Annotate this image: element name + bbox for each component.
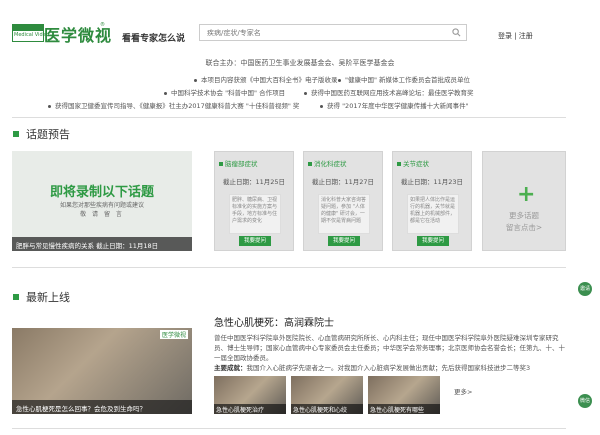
upcoming-topic-banner[interactable]: 即将录制以下话题 如果您对那些疾病有问题或建议 敬 请 留 言 肥胖与常见慢性疾… (12, 151, 192, 251)
topic-deadline: 截止日期：11月25日 (222, 178, 286, 186)
leave-message-link[interactable]: 留言点击> (483, 222, 565, 233)
site-slogan: 看看专家怎么说 (122, 34, 186, 44)
logo-badge: Medical Video (12, 24, 49, 42)
topic-card[interactable]: 消化科症状 截止日期：11月27日 消化科普大家咨询答疑问题，参加 "人体的健康… (303, 151, 383, 251)
search-input[interactable]: 疾病/症状/专家名 (207, 28, 261, 38)
thumb-caption: 急性心肌梗死和心绞 (291, 404, 363, 414)
section-title-latest: 最新上线 (26, 291, 70, 304)
topic-description: 如果把人体比作是运行的机器，关节就是机器上的机械部件，都是它在活动 (407, 194, 459, 234)
topic-card[interactable]: 关节症状 截止日期：11月23日 如果把人体比作是运行的机器，关节就是机器上的机… (392, 151, 472, 251)
related-video-thumb[interactable]: 急性心肌梗死和心绞 (291, 376, 363, 414)
banner-cta-text: 敬 请 留 言 (80, 211, 124, 218)
section-marker (13, 131, 19, 137)
banner-caption: 肥胖与常见慢性疾病的关系 截止日期：11月18日 (12, 237, 192, 251)
ask-question-button[interactable]: 我要提问 (417, 236, 449, 246)
topic-description: 消化科普大家咨询答疑问题，参加 "人体的健康" 研讨会，一期不仅是胃病问题 (318, 194, 370, 234)
thumb-caption: 急性心肌梗死治疗 (214, 404, 286, 414)
video-watermark: 医学微视 (159, 330, 188, 339)
search-icon[interactable] (452, 28, 461, 37)
section-marker (13, 294, 19, 300)
related-video-thumb[interactable]: 急性心肌梗死治疗 (214, 376, 286, 414)
more-topics-card[interactable]: + 更多话题 留言点击> (482, 151, 566, 251)
news-item[interactable]: 中国科学技术协会 "科普中国" 合作项目 (160, 87, 285, 97)
search-box[interactable]: 疾病/症状/专家名 (199, 24, 467, 41)
news-item[interactable]: 获得中国医药互联网应用技术高峰论坛：最佳医学教育奖 (300, 87, 474, 97)
banner-subtext: 如果您对那些疾病有问题或建议 (59, 202, 144, 209)
divider (12, 428, 566, 429)
login-register-link[interactable]: 登录 | 注册 (498, 31, 533, 41)
topic-card[interactable]: 脑瘤部症状 截止日期：11月25日 肥胖、糖尿病、卫视标准化的实施方案与手段，地… (214, 151, 294, 251)
topic-category: 关节症状 (397, 158, 429, 168)
topic-description: 肥胖、糖尿病、卫视标准化的实施方案与手段，地方标准与住户需求的变化 (229, 194, 281, 234)
section-title-preview: 话题预告 (26, 128, 70, 141)
news-item[interactable]: 获得 "2017年度中华医学健康传播十大新闻事件" (316, 100, 469, 110)
article-body: 曾任中国医学科学院阜外医院院长、心血管病研究所所长、心内科主任；现任中国医学科学… (214, 334, 565, 372)
invite-float-button[interactable]: 邀请 (578, 282, 592, 296)
wechat-float-button[interactable]: 微信 (578, 394, 592, 408)
co-sponsor-line: 联合主办：中国医药卫生事业发展基金会、吴阶平医学基金会 (205, 59, 395, 67)
featured-video[interactable]: 医学微视 急性心肌梗死是怎么回事？会危及到生命吗？ (12, 328, 192, 414)
video-caption: 急性心肌梗死是怎么回事？会危及到生命吗？ (12, 400, 192, 414)
ask-question-button[interactable]: 我要提问 (328, 236, 360, 246)
article-title[interactable]: 急性心肌梗死：高润霖院士 (214, 314, 334, 329)
thumb-caption: 急性心肌梗死有哪些 (368, 404, 440, 414)
divider (12, 267, 566, 268)
topic-deadline: 截止日期：11月27日 (311, 178, 375, 186)
banner-headline: 即将录制以下话题 (49, 185, 154, 200)
ask-question-button[interactable]: 我要提问 (239, 236, 271, 246)
topic-deadline: 截止日期：11月23日 (400, 178, 464, 186)
news-item[interactable]: "健康中国" 新媒体工作委员会首批成员单位 (334, 74, 470, 84)
plus-icon: + (517, 182, 536, 207)
related-video-thumb[interactable]: 急性心肌梗死有哪些 (368, 376, 440, 414)
more-topics-label: 更多话题 (509, 211, 539, 220)
registered-mark: ® (100, 22, 105, 28)
topic-category: 脑瘤部症状 (219, 158, 258, 168)
divider (12, 117, 566, 118)
news-item[interactable]: 本项目内容获颁《中国大百科全书》电子版收录 (190, 74, 338, 84)
topic-category: 消化科症状 (308, 158, 347, 168)
news-item[interactable]: 获得国家卫健委宣传司指导、《健康报》社主办2017健康科普大赛 "十佳科普视频"… (44, 100, 299, 110)
more-videos-link[interactable]: 更多> (454, 386, 472, 396)
